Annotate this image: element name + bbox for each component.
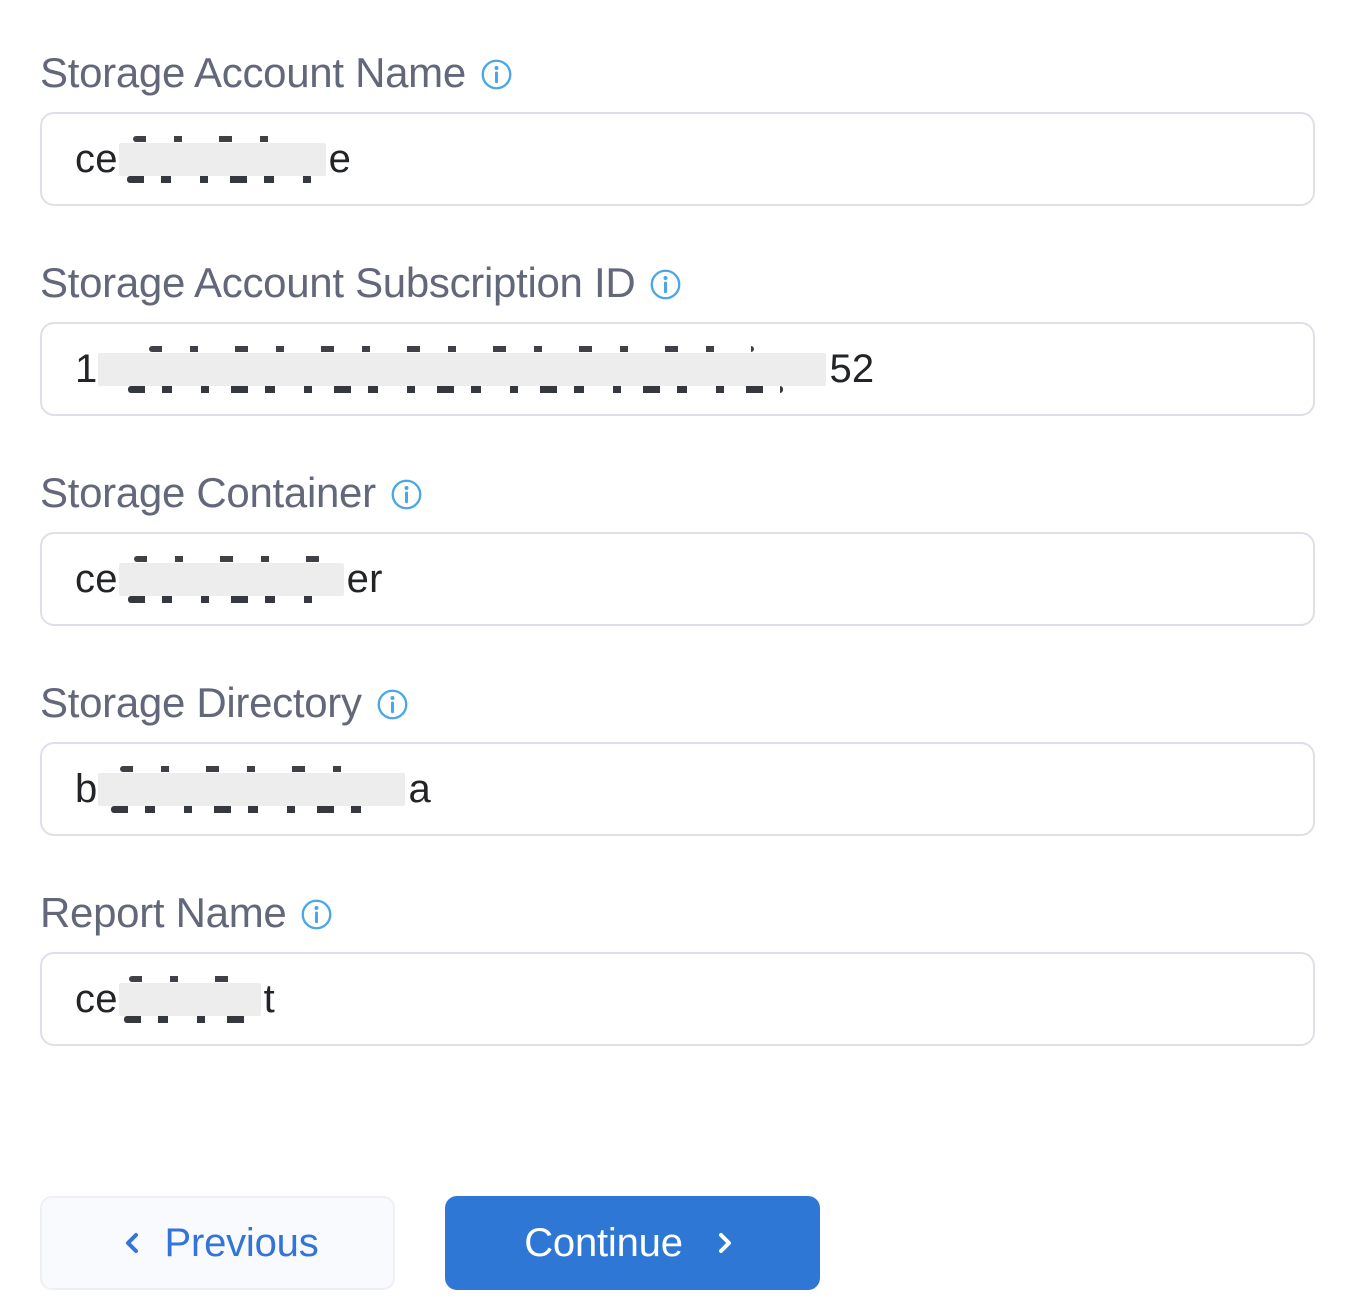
redaction-overlay — [98, 353, 826, 386]
chevron-left-icon — [116, 1227, 148, 1259]
storage-container-input[interactable]: ce er — [40, 532, 1315, 626]
continue-button[interactable]: Continue — [445, 1196, 820, 1290]
storage-config-form: Storage Account Name ce e Storage Accoun… — [40, 52, 1315, 1290]
info-circle-icon[interactable] — [376, 688, 409, 721]
field-storage-directory: Storage Directory b a — [40, 682, 1315, 836]
input-value-suffix: a — [408, 767, 430, 812]
field-label: Storage Account Name — [40, 52, 466, 94]
field-label-row: Storage Container — [40, 472, 1315, 514]
field-label-row: Storage Directory — [40, 682, 1315, 724]
info-circle-icon[interactable] — [480, 58, 513, 91]
continue-button-label: Continue — [524, 1221, 683, 1266]
field-label: Storage Container — [40, 472, 376, 514]
storage-directory-input[interactable]: b a — [40, 742, 1315, 836]
info-circle-icon[interactable] — [300, 898, 333, 931]
input-value-prefix: ce — [75, 977, 118, 1022]
previous-button[interactable]: Previous — [40, 1196, 395, 1290]
field-label: Report Name — [40, 892, 286, 934]
storage-account-name-input[interactable]: ce e — [40, 112, 1315, 206]
field-label-row: Storage Account Name — [40, 52, 1315, 94]
input-value-suffix: 52 — [829, 347, 874, 392]
info-circle-icon[interactable] — [390, 478, 423, 511]
chevron-right-icon — [709, 1227, 741, 1259]
redaction-overlay — [119, 563, 344, 596]
report-name-input[interactable]: ce t — [40, 952, 1315, 1046]
input-value-prefix: ce — [75, 557, 118, 602]
field-report-name: Report Name ce t — [40, 892, 1315, 1046]
input-value-suffix: e — [329, 137, 351, 182]
field-storage-account-name: Storage Account Name ce e — [40, 52, 1315, 206]
input-value-prefix: 1 — [75, 347, 97, 392]
input-value-suffix: er — [347, 557, 383, 602]
subscription-id-input[interactable]: 1 52 — [40, 322, 1315, 416]
redaction-overlay — [119, 143, 326, 176]
field-label-row: Storage Account Subscription ID — [40, 262, 1315, 304]
input-value-prefix: b — [75, 767, 97, 812]
info-circle-icon[interactable] — [649, 268, 682, 301]
redaction-overlay — [98, 773, 405, 806]
field-label: Storage Directory — [40, 682, 362, 724]
field-storage-container: Storage Container ce er — [40, 472, 1315, 626]
previous-button-label: Previous — [164, 1221, 318, 1266]
form-actions: Previous Continue — [40, 1196, 1315, 1290]
input-value-suffix: t — [264, 977, 275, 1022]
input-value-prefix: ce — [75, 137, 118, 182]
field-label: Storage Account Subscription ID — [40, 262, 635, 304]
field-subscription-id: Storage Account Subscription ID 1 52 — [40, 262, 1315, 416]
field-label-row: Report Name — [40, 892, 1315, 934]
redaction-overlay — [119, 983, 261, 1016]
